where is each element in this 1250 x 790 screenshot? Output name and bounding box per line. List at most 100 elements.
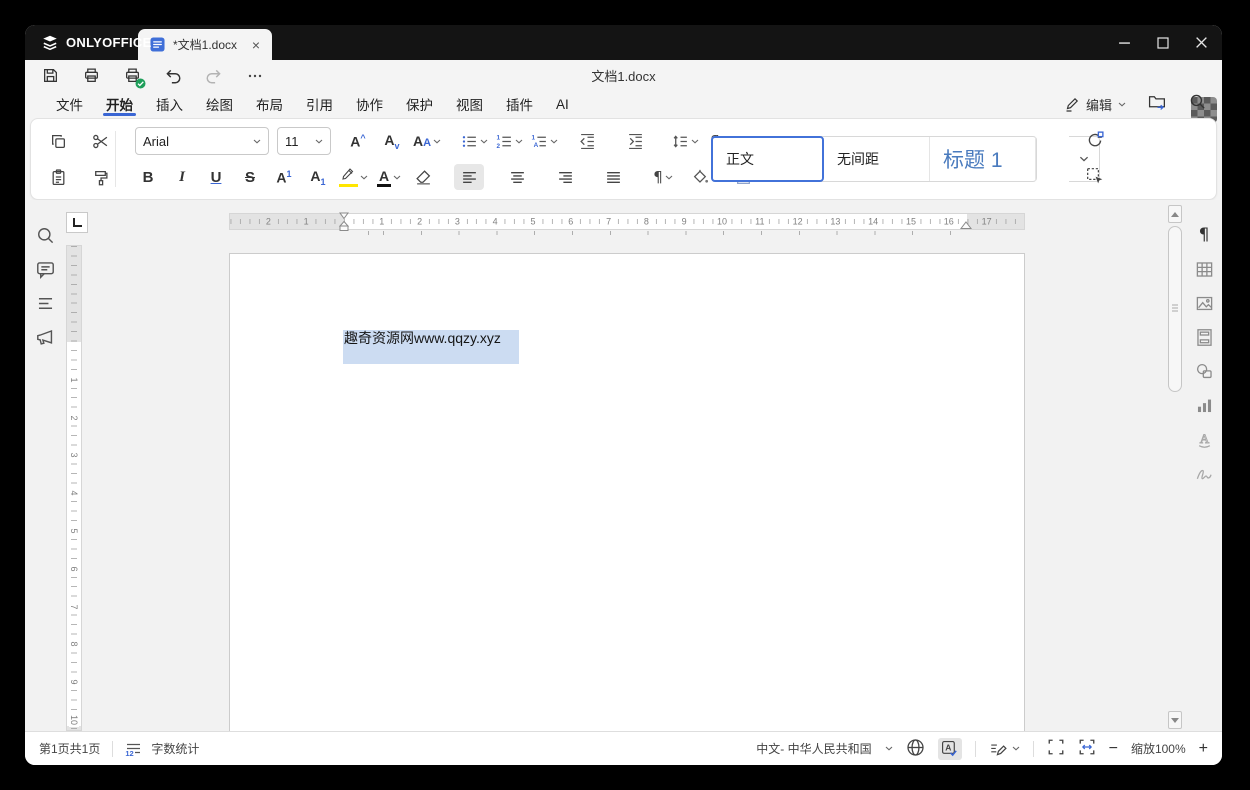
comments-button[interactable] — [34, 258, 56, 280]
document-page[interactable] — [229, 253, 1025, 731]
bold-button[interactable]: B — [133, 164, 163, 190]
customize-toolbar-button[interactable] — [245, 66, 265, 86]
search-button[interactable] — [1189, 93, 1206, 115]
signature-settings-button[interactable] — [1193, 462, 1215, 484]
increase-font-size-button[interactable]: A^ — [343, 128, 373, 154]
close-icon[interactable] — [1195, 36, 1208, 49]
menu-tabs-row: 文件 开始 插入 绘图 布局 引用 协作 保护 视图 插件 AI 编辑 — [25, 91, 1222, 117]
tab-stop-selector[interactable] — [66, 212, 88, 233]
underline-button[interactable]: U — [201, 164, 231, 190]
tab-绘图[interactable]: 绘图 — [205, 91, 234, 117]
font-color-button[interactable]: A — [374, 164, 404, 190]
tab-布局[interactable]: 布局 — [255, 91, 284, 117]
tab-插入[interactable]: 插入 — [155, 91, 184, 117]
tab-引用[interactable]: 引用 — [305, 91, 334, 117]
navigation-button[interactable] — [34, 292, 56, 314]
numbering-button[interactable]: 1 2 — [494, 128, 525, 154]
replace-button[interactable] — [1084, 129, 1106, 151]
chevron-down-icon[interactable] — [885, 746, 893, 751]
line-spacing-button[interactable] — [670, 128, 701, 154]
superscript-button[interactable]: A1 — [269, 164, 299, 190]
zoom-in-button[interactable]: + — [1199, 740, 1208, 757]
justify-button[interactable] — [598, 164, 628, 190]
quick-print-button[interactable] — [122, 66, 146, 88]
vertical-scrollbar[interactable] — [1168, 205, 1182, 729]
scroll-up-button[interactable] — [1168, 205, 1182, 223]
highlight-color-button[interactable] — [337, 164, 370, 190]
align-center-button[interactable] — [502, 164, 532, 190]
redo-button[interactable] — [204, 66, 224, 86]
tab-close-icon[interactable]: × — [250, 38, 262, 52]
fit-page-button[interactable] — [1047, 738, 1065, 759]
zoom-out-button[interactable]: − — [1109, 740, 1118, 757]
undo-button[interactable] — [163, 66, 183, 86]
paragraph-settings-button[interactable]: ¶ — [1193, 224, 1215, 246]
maximize-icon[interactable] — [1157, 36, 1169, 49]
page-info[interactable]: 第1页共1页 — [39, 740, 100, 757]
paste-button[interactable] — [43, 164, 73, 190]
scrollbar-thumb[interactable] — [1168, 226, 1182, 392]
feedback-button[interactable] — [34, 326, 56, 348]
font-name-select[interactable]: Arial — [135, 127, 269, 155]
bullets-button[interactable] — [459, 128, 490, 154]
align-right-button[interactable] — [550, 164, 580, 190]
style-无间距[interactable]: 无间距 — [824, 137, 930, 181]
ruler-number: 7 — [604, 216, 614, 227]
indent-markers[interactable] — [339, 212, 349, 233]
tab-视图[interactable]: 视图 — [455, 91, 484, 117]
fit-width-button[interactable] — [1078, 738, 1096, 759]
font-size-select[interactable]: 11 — [277, 127, 331, 155]
tab-插件[interactable]: 插件 — [505, 91, 534, 117]
language-label[interactable]: 中文- 中华人民共和国 — [756, 740, 871, 757]
decrease-font-size-button[interactable]: Av — [377, 128, 407, 154]
tab-AI[interactable]: AI — [555, 91, 570, 117]
minimize-icon[interactable] — [1118, 36, 1131, 49]
header-footer-settings-button[interactable] — [1193, 326, 1215, 348]
multilevel-list-button[interactable]: 1 A — [529, 128, 560, 154]
strikeout-button[interactable]: S — [235, 164, 265, 190]
zoom-value[interactable]: 缩放100% — [1131, 740, 1186, 757]
tab-协作[interactable]: 协作 — [355, 91, 384, 117]
chart-settings-button[interactable] — [1193, 394, 1215, 416]
document-tab[interactable]: *文档1.docx × — [138, 29, 272, 60]
subscript-button[interactable]: A1 — [303, 164, 333, 190]
copy-button[interactable] — [43, 128, 73, 154]
scrollbar-grip-icon — [1172, 304, 1178, 314]
nonprinting-characters-button[interactable]: ¶ — [648, 164, 678, 190]
print-button[interactable] — [81, 66, 101, 86]
shape-settings-button[interactable] — [1193, 360, 1215, 382]
cut-button[interactable] — [85, 128, 115, 154]
find-button[interactable] — [34, 224, 56, 246]
quick-print-check-badge — [135, 78, 146, 88]
scroll-down-button[interactable] — [1168, 711, 1182, 729]
clear-formatting-button[interactable] — [408, 164, 438, 190]
spell-check-button[interactable]: A — [937, 737, 962, 760]
set-language-button[interactable] — [906, 738, 925, 760]
text-selection[interactable]: 趣奇资源网www.qqzy.xyz — [343, 330, 519, 364]
tab-保护[interactable]: 保护 — [405, 91, 434, 117]
tab-开始[interactable]: 开始 — [103, 91, 136, 117]
increase-indent-button[interactable] — [620, 128, 650, 154]
select-all-button[interactable] — [1084, 165, 1106, 187]
text-art-settings-button[interactable]: A — [1193, 428, 1215, 450]
image-settings-button[interactable] — [1193, 292, 1215, 314]
tab-文件[interactable]: 文件 — [55, 91, 84, 117]
decrease-indent-button[interactable] — [572, 128, 602, 154]
edit-mode-button[interactable]: 编辑 — [1064, 95, 1126, 114]
v-ruler[interactable]: 1 2 3 4 5 6 7 8 9 10 — [66, 245, 82, 731]
open-file-location-button[interactable] — [1148, 93, 1167, 115]
word-count-label[interactable]: 字数统计 — [151, 740, 199, 757]
style-正文[interactable]: 正文 — [711, 136, 824, 182]
italic-button[interactable]: I — [167, 164, 197, 190]
format-painter-button[interactable] — [85, 164, 115, 190]
align-left-button[interactable] — [454, 164, 484, 190]
style-标题 1[interactable]: 标题 1 — [930, 137, 1036, 181]
right-indent-marker[interactable] — [960, 221, 972, 230]
multilevel-list-icon: 1 A — [532, 134, 546, 148]
change-case-button[interactable]: AA — [411, 128, 443, 154]
track-changes-button[interactable] — [989, 740, 1020, 758]
h-ruler[interactable]: 1 2 1 2 3 4 5 6 7 8 9 10 11 12 13 14 15 16 17 — [229, 212, 1025, 233]
word-count-icon: 12 — [125, 741, 143, 758]
save-button[interactable] — [40, 66, 60, 86]
table-settings-button[interactable] — [1193, 258, 1215, 280]
